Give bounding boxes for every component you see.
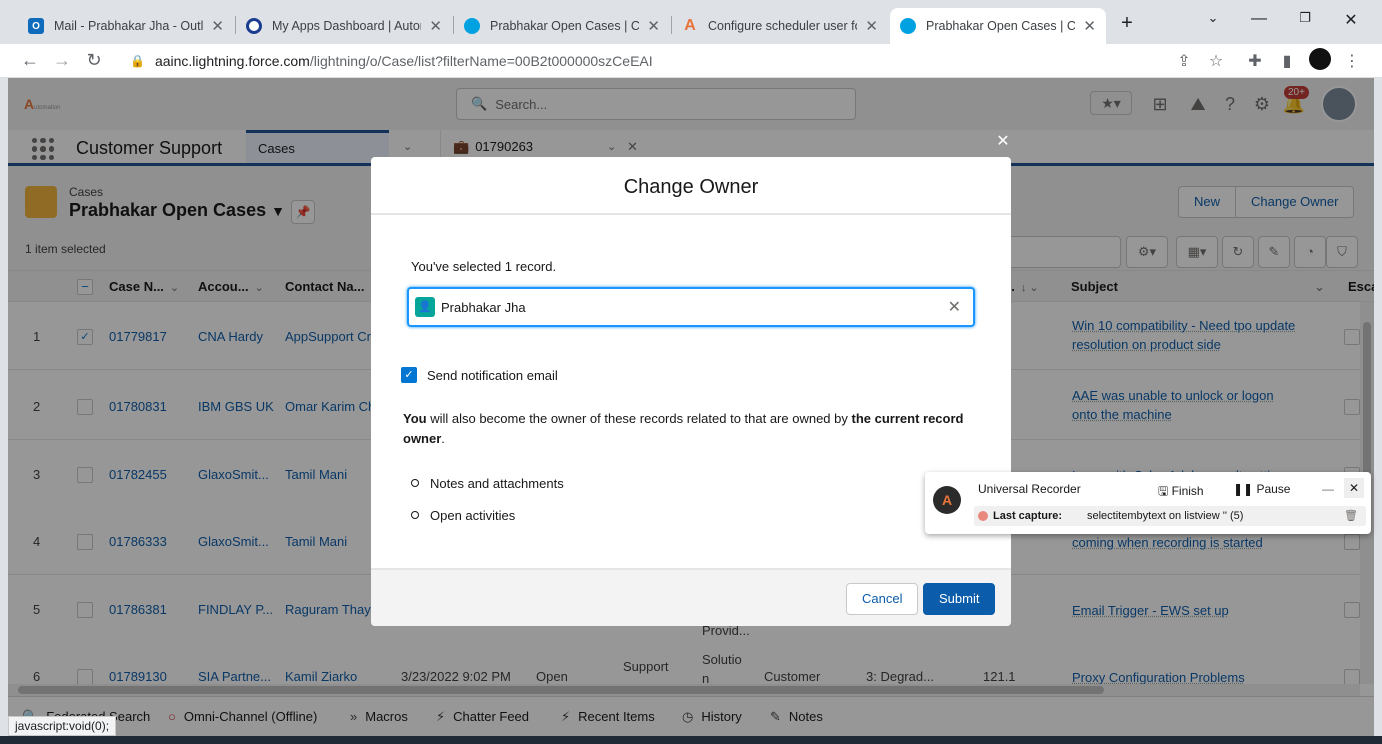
pause-icon: ❚❚ (1233, 482, 1254, 496)
owner-name: Prabhakar Jha (441, 300, 526, 315)
related-records-list: Notes and attachments Open activities (411, 467, 564, 531)
ownership-description: You will also become the owner of these … (403, 411, 964, 446)
browser-tab-outlook[interactable]: O Mail - Prabhakar Jha - Outloo ✕ (18, 8, 234, 44)
close-tab-icon[interactable]: ✕ (865, 17, 878, 35)
chrome-menu-icon[interactable]: ⋮ (1341, 51, 1363, 71)
okta-icon (246, 18, 262, 34)
close-tab-icon[interactable]: ✕ (211, 17, 224, 35)
salesforce-icon (464, 18, 480, 34)
recorder-title: Universal Recorder (978, 482, 1081, 496)
browser-tab-strip: O Mail - Prabhakar Jha - Outloo ✕ My App… (0, 0, 1382, 44)
browser-tab-salesforce-active[interactable]: Prabhakar Open Cases | Case ✕ (890, 8, 1106, 44)
save-icon: 🖫 (1158, 484, 1169, 498)
owner-lookup-input[interactable]: 👤 Prabhakar Jha ✕ (407, 287, 975, 327)
submit-button[interactable]: Submit (923, 583, 996, 615)
close-tab-icon[interactable]: ✕ (1083, 17, 1096, 35)
browser-tab-salesforce-1[interactable]: Prabhakar Open Cases | Case ✕ (454, 8, 670, 44)
close-tab-icon[interactable]: ✕ (429, 17, 442, 35)
modal-footer: Cancel Submit (371, 568, 1011, 626)
extensions-icon[interactable]: ✚ (1244, 51, 1266, 71)
minimize-button[interactable]: — (1244, 10, 1274, 28)
forward-icon[interactable]: → (50, 50, 74, 71)
automation-anywhere-icon: A (933, 486, 961, 514)
minimize-recorder-icon[interactable]: — (1322, 482, 1334, 496)
change-owner-modal: Change Owner You've selected 1 record. 👤… (371, 157, 1011, 626)
close-window-button[interactable]: ✕ (1336, 10, 1366, 30)
browser-tab-okta[interactable]: My Apps Dashboard | Autom ✕ (236, 8, 452, 44)
record-dot-icon (978, 511, 988, 521)
universal-recorder-panel: A Universal Recorder 🖫 Finish ❚❚ Pause —… (925, 472, 1371, 534)
close-tab-icon[interactable]: ✕ (647, 17, 660, 35)
browser-toolbar: ← → ↻ 🔒 aainc.lightning.force.com/lightn… (0, 44, 1382, 78)
maximize-button[interactable]: ❐ (1290, 10, 1320, 26)
back-icon[interactable]: ← (18, 50, 42, 71)
list-item: Notes and attachments (411, 467, 564, 499)
list-item: Open activities (411, 499, 564, 531)
close-recorder-icon[interactable]: ✕ (1344, 478, 1364, 498)
bookmark-star-icon[interactable]: ☆ (1205, 51, 1227, 71)
cancel-button[interactable]: Cancel (846, 583, 919, 615)
user-icon: 👤 (415, 297, 435, 317)
browser-status-bar: javascript:void(0); (8, 716, 117, 736)
checkbox-checked-icon[interactable]: ✓ (401, 367, 417, 383)
profile-avatar[interactable] (1309, 48, 1331, 70)
selected-records-text: You've selected 1 record. (411, 259, 557, 274)
new-tab-button[interactable]: + (1112, 12, 1142, 35)
clear-icon[interactable]: ✕ (948, 297, 961, 317)
last-capture-row: Last capture: selectitembytext on listvi… (974, 506, 1366, 526)
salesforce-icon (900, 18, 916, 34)
send-notification-checkbox[interactable]: ✓ Send notification email (401, 367, 558, 383)
reload-icon[interactable]: ↻ (82, 50, 106, 71)
share-icon[interactable]: ⇪ (1173, 51, 1195, 71)
close-modal-icon[interactable]: ✕ (993, 131, 1013, 151)
lock-icon: 🔒 (130, 54, 145, 68)
address-bar[interactable]: 🔒 aainc.lightning.force.com/lightning/o/… (118, 47, 1238, 75)
trash-icon[interactable]: 🗑 (1344, 509, 1358, 522)
finish-button[interactable]: 🖫 Finish (1158, 482, 1204, 503)
outlook-icon: O (28, 18, 44, 34)
browser-tab-automation[interactable]: A Configure scheduler user for ✕ (672, 8, 888, 44)
modal-title: Change Owner (371, 157, 1011, 215)
pause-button[interactable]: ❚❚ Pause (1233, 482, 1290, 496)
side-panel-icon[interactable]: ▮ (1276, 51, 1298, 71)
automation-anywhere-icon: A (684, 17, 696, 34)
tab-search-chevron-icon[interactable]: ⌄ (1198, 10, 1228, 26)
os-taskbar (0, 736, 1382, 744)
